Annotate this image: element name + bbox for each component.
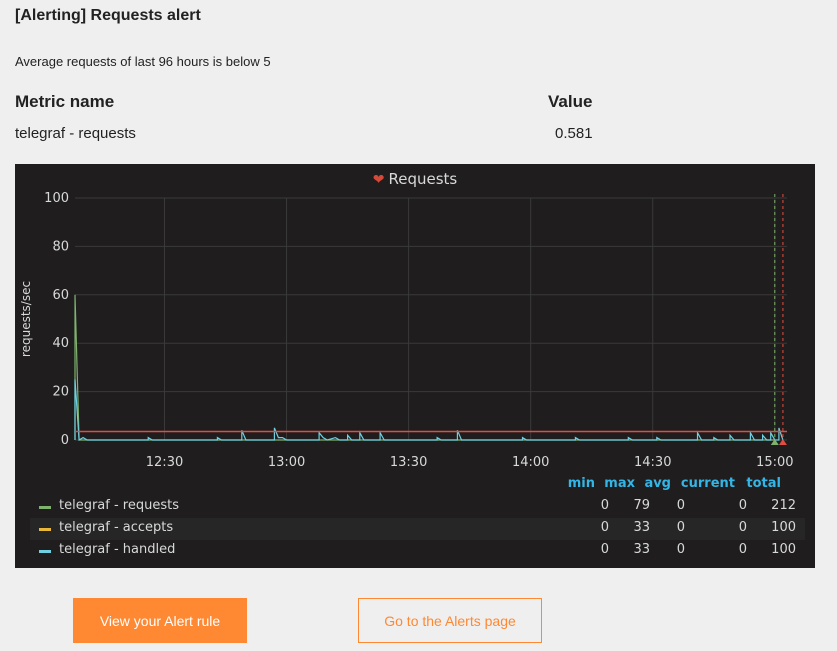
series-total: 100 (771, 542, 796, 557)
legend-header-total[interactable]: total (745, 476, 781, 494)
graph-panel: ❤ Requests 0 20 40 60 80 100 12:30 13:00 13:30 14:… (15, 164, 815, 568)
metric-name-cell: telegraf - requests (15, 125, 136, 142)
series-current: 0 (738, 542, 747, 557)
series-current: 0 (738, 520, 747, 535)
series-min: 0 (600, 498, 609, 513)
value-header: Value (548, 92, 593, 111)
alert-title: [Alerting] Requests alert (15, 7, 201, 24)
series-avg: 0 (676, 542, 685, 557)
legend-header-avg[interactable]: avg (643, 476, 671, 494)
x-tick-label: 13:30 (390, 455, 427, 470)
series-name[interactable]: telegraf - accepts (59, 520, 173, 535)
view-alert-rule-button[interactable]: View your Alert rule (73, 598, 247, 643)
go-to-alerts-page-button[interactable]: Go to the Alerts page (358, 598, 542, 643)
y-tick-label: 100 (44, 191, 69, 206)
x-tick-label: 13:00 (268, 455, 305, 470)
series-min: 0 (600, 520, 609, 535)
legend-header-min[interactable]: min (565, 476, 595, 494)
series-avg: 0 (676, 520, 685, 535)
metric-name-header: Metric name (15, 92, 115, 111)
series-max: 33 (633, 542, 650, 557)
legend-header-max[interactable]: max (601, 476, 635, 494)
legend-row-accepts[interactable]: telegraf - accepts 0 33 0 0 100 (30, 518, 805, 540)
series-name[interactable]: telegraf - requests (59, 498, 179, 513)
y-axis-label: requests/sec (19, 281, 33, 357)
y-tick-label: 80 (52, 239, 69, 254)
legend-row-requests[interactable]: telegraf - requests 0 79 0 0 212 (30, 496, 805, 518)
series-total: 100 (771, 520, 796, 535)
y-tick-label: 0 (61, 433, 69, 448)
metric-value-cell: 0.581 (555, 125, 593, 142)
alert-message: Average requests of last 96 hours is bel… (15, 54, 271, 69)
series-line (74, 294, 775, 441)
y-tick-label: 60 (52, 288, 69, 303)
requests-chart: 0 20 40 60 80 100 12:30 13:00 13:30 14:00 14:30 15:… (19, 191, 794, 470)
series-min: 0 (600, 542, 609, 557)
series-total: 212 (771, 498, 796, 513)
series-color-swatch[interactable] (39, 550, 51, 553)
series-avg: 0 (676, 498, 685, 513)
series-max: 79 (633, 498, 650, 513)
series-name[interactable]: telegraf - handled (59, 542, 175, 557)
legend-row-handled[interactable]: telegraf - handled 0 33 0 0 100 (30, 540, 805, 562)
series-color-swatch[interactable] (39, 528, 51, 531)
y-tick-label: 40 (52, 336, 69, 351)
x-tick-label: 14:30 (634, 455, 671, 470)
y-tick-label: 20 (52, 385, 69, 400)
x-tick-label: 15:00 (756, 455, 793, 470)
series-max: 33 (633, 520, 650, 535)
x-tick-label: 14:00 (512, 455, 549, 470)
x-tick-label: 12:30 (146, 455, 183, 470)
legend-header-current[interactable]: current (677, 476, 735, 494)
series-color-swatch[interactable] (39, 506, 51, 509)
series-current: 0 (738, 498, 747, 513)
